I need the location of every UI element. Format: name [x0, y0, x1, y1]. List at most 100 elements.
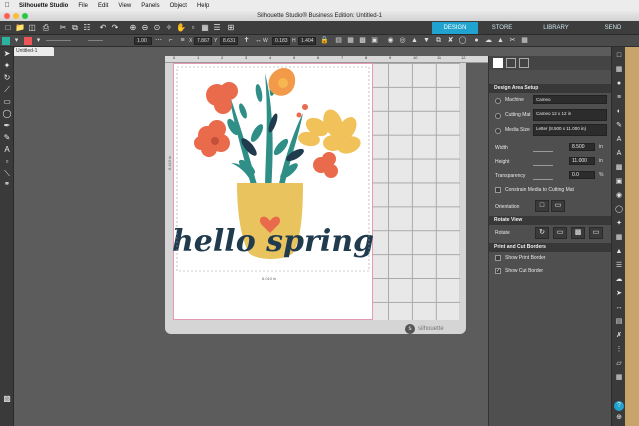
layers-panel-icon[interactable]: ☰ [614, 261, 624, 271]
align-left-icon[interactable]: ▤ [334, 36, 343, 46]
grid-icon[interactable]: ▦ [200, 23, 210, 33]
portrait-orientation-button[interactable]: □ [535, 200, 549, 212]
machine-select[interactable]: Cameo [533, 95, 607, 104]
landscape-orientation-button[interactable]: ▭ [551, 200, 565, 212]
stroke-width-field[interactable]: 1.00 [134, 37, 152, 45]
zoom-window-button[interactable] [22, 13, 28, 19]
weld-icon[interactable]: ✘ [446, 36, 455, 46]
image-panel-icon[interactable]: ◐ [614, 107, 624, 117]
tab-library[interactable]: LIBRARY [528, 22, 584, 34]
text-style-panel-icon[interactable]: A [614, 149, 624, 159]
offset-icon[interactable]: ◯ [458, 36, 467, 46]
eraser-tool-icon[interactable]: ▫ [2, 157, 12, 167]
offset-panel-icon[interactable]: ◯ [614, 205, 624, 215]
store-cart-icon[interactable]: ● [472, 36, 481, 46]
apple-icon[interactable]:  [0, 2, 14, 9]
pixscan-icon[interactable]: ▦ [520, 36, 529, 46]
hello-spring-artwork[interactable]: hello spring [173, 63, 373, 273]
pencil-tool-icon[interactable]: ✎ [2, 133, 12, 143]
sketch-panel-icon[interactable]: ✎ [614, 121, 624, 131]
layers-toggle-icon[interactable]: ▩ [2, 394, 12, 404]
undo-icon[interactable]: ↶ [98, 23, 108, 33]
menu-help[interactable]: Help [192, 3, 214, 9]
ungroup-icon[interactable]: ▣ [370, 36, 379, 46]
eyedropper-icon[interactable]: ❞ [2, 181, 12, 191]
copy-icon[interactable]: ⧉ [70, 23, 80, 33]
media-size-select[interactable]: Letter (8.500 x 11.000 in) [533, 124, 607, 136]
zoom-page-icon[interactable]: ▫ [188, 23, 198, 33]
resize-icon[interactable]: ↔ [254, 36, 263, 46]
menu-file[interactable]: File [73, 3, 93, 9]
lock-aspect-icon[interactable]: 🔒 [320, 36, 329, 46]
height-field[interactable]: 1.404 [298, 37, 316, 45]
show-print-border-checkbox[interactable] [495, 255, 501, 261]
width-field[interactable]: 0.183 [272, 37, 290, 45]
cutting-mat-select[interactable]: Cameo 12 x 12 in [533, 109, 607, 121]
compound-path-icon[interactable]: ◉ [386, 36, 395, 46]
rhinestone-panel-icon[interactable]: ⋮ [614, 345, 624, 355]
tab-design[interactable]: DESIGN [432, 22, 478, 34]
transform-icon[interactable]: ✂ [508, 36, 517, 46]
knife-tool-icon[interactable]: ⟍ [2, 169, 12, 179]
menu-app[interactable]: Silhouette Studio [14, 3, 73, 9]
line-tool-icon[interactable]: ⟋ [2, 85, 12, 95]
stitch-panel-icon[interactable]: ✗ [614, 331, 624, 341]
zoom-fit-icon[interactable]: ✧ [164, 23, 174, 33]
spacing-panel-icon[interactable]: ↔ [614, 303, 624, 313]
line-dropdown-icon[interactable]: ▾ [34, 36, 43, 46]
corner-style-icon[interactable]: ⌐ [166, 36, 175, 46]
align-center-icon[interactable]: ▦ [346, 36, 355, 46]
edit-points-icon[interactable]: ✦ [2, 61, 12, 71]
save-icon[interactable]: ◫ [27, 23, 37, 33]
line-color-swatch[interactable] [24, 37, 32, 45]
media-size-radio[interactable] [495, 128, 501, 134]
tab-store[interactable]: STORE [480, 22, 524, 34]
page-setup-tab-icon[interactable] [493, 58, 503, 68]
transparency-input[interactable]: 0.0 [569, 171, 595, 179]
height-input[interactable]: 11.000 [569, 157, 595, 165]
close-window-button[interactable] [4, 13, 10, 19]
preferences-tab-icon[interactable] [519, 58, 529, 68]
rotate-0-button[interactable]: ↻ [535, 227, 549, 239]
shapes-icon[interactable]: ▲ [496, 36, 505, 46]
paste-icon[interactable]: ☷ [82, 23, 92, 33]
document-tab[interactable]: Untitled-1 [14, 47, 54, 56]
lock-position-icon[interactable]: ✝ [242, 36, 251, 46]
open-folder-icon[interactable]: 📁 [15, 23, 25, 33]
cut-icon[interactable]: ✂ [58, 23, 68, 33]
fill-dropdown-icon[interactable]: ▾ [12, 36, 21, 46]
line-style-preview[interactable]: ————— [46, 37, 71, 45]
fill-color-swatch[interactable] [2, 37, 10, 45]
zoom-in-icon[interactable]: ⊕ [128, 23, 138, 33]
rotate-180-button[interactable]: ▩ [571, 227, 585, 239]
duplicate-icon[interactable]: ⧉ [434, 36, 443, 46]
add-panel-icon[interactable]: ⊞ [226, 23, 236, 33]
menu-edit[interactable]: Edit [93, 3, 113, 9]
y-position-field[interactable]: 8.631 [220, 37, 238, 45]
help-icon[interactable]: ? [614, 401, 624, 411]
warp-panel-icon[interactable]: ▦ [614, 373, 624, 383]
release-path-icon[interactable]: ◎ [398, 36, 407, 46]
zoom-level-icon[interactable]: ⊕ [614, 413, 624, 423]
align-icon[interactable]: ≡ [178, 36, 187, 46]
width-input[interactable]: 8.500 [569, 143, 595, 151]
group-icon[interactable]: ▩ [358, 36, 367, 46]
page-setup-icon[interactable]: □ [614, 51, 624, 61]
menu-view[interactable]: View [113, 3, 136, 9]
library-cloud-icon[interactable]: ☁ [484, 36, 493, 46]
cutting-mat-radio[interactable] [495, 113, 501, 119]
grid-tab-icon[interactable] [506, 58, 516, 68]
transparency-slider[interactable] [533, 170, 553, 180]
zoom-select-icon[interactable]: ⊙ [152, 23, 162, 33]
menu-object[interactable]: Object [165, 3, 192, 9]
send-backward-icon[interactable]: ▼ [422, 36, 431, 46]
ellipse-tool-icon[interactable]: ◯ [2, 109, 12, 119]
ruler-icon[interactable]: ☰ [212, 23, 222, 33]
select-arrow-icon[interactable]: ➤ [2, 49, 12, 59]
lasso-icon[interactable]: ↻ [2, 73, 12, 83]
x-position-field[interactable]: 7.867 [194, 37, 212, 45]
show-cut-border-checkbox[interactable]: ✓ [495, 268, 501, 274]
emboss-panel-icon[interactable]: ▱ [614, 359, 624, 369]
zoom-out-icon[interactable]: ⊖ [140, 23, 150, 33]
text-panel-icon[interactable]: A [614, 135, 624, 145]
